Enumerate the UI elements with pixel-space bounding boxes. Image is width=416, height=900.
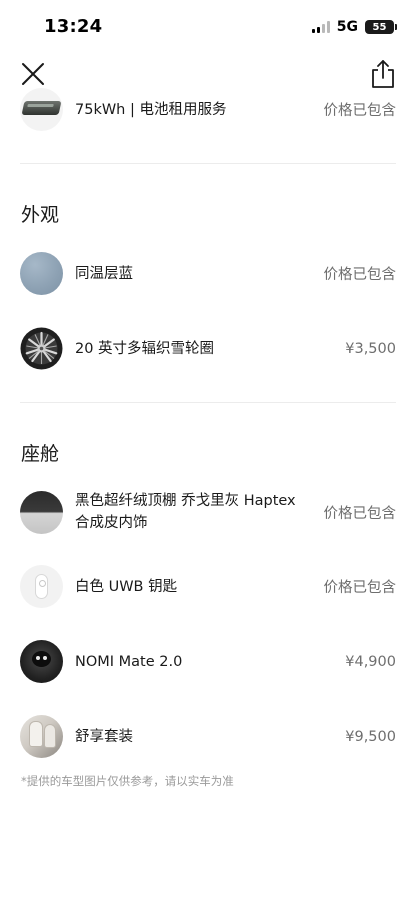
cabin-item-price: 价格已包含 <box>323 505 397 522</box>
share-icon <box>372 60 394 88</box>
status-bar: 13:24 5G 55 <box>0 0 416 50</box>
close-button[interactable] <box>20 61 46 87</box>
interior-thumbnail <box>20 490 63 534</box>
exterior-item-color[interactable]: 同温层蓝 价格已包含 <box>20 252 396 295</box>
network-label: 5G <box>336 19 358 35</box>
close-icon <box>22 63 44 85</box>
battery-option-price: 价格已包含 <box>323 103 397 119</box>
divider <box>20 163 396 164</box>
cabin-item-name: 黑色超纤绒顶棚 乔戈里灰 Haptex合成皮内饰 <box>75 493 296 531</box>
exterior-item-price: 价格已包含 <box>323 267 397 283</box>
battery-icon: 55 <box>365 20 397 34</box>
exterior-item-name: 同温层蓝 <box>75 265 133 282</box>
cabin-item-key[interactable]: 白色 UWB 钥匙 价格已包含 <box>20 565 396 608</box>
battery-level: 55 <box>372 21 387 33</box>
wheel-icon <box>20 327 63 370</box>
status-indicators: 5G 55 <box>311 19 397 35</box>
exterior-item-name: 20 英寸多辐织雪轮圈 <box>75 340 215 357</box>
section-title-cabin: 座舱 <box>21 443 60 465</box>
cabin-item-name: 白色 UWB 钥匙 <box>75 578 178 595</box>
cabin-item-comfort-package[interactable]: 舒享套装 ¥9,500 <box>20 715 396 758</box>
exterior-item-price: ¥3,500 <box>345 340 396 357</box>
signal-icon <box>311 21 330 33</box>
cabin-item-name: 舒享套装 <box>75 728 133 745</box>
cabin-item-price: ¥4,900 <box>345 653 396 670</box>
exterior-item-wheels[interactable]: 20 英寸多辐织雪轮圈 ¥3,500 <box>20 327 396 370</box>
share-button[interactable] <box>370 59 396 89</box>
nomi-thumbnail <box>20 640 63 683</box>
cabin-item-price: 价格已包含 <box>323 580 397 596</box>
battery-option-name: 75kWh | 电池租用服务 <box>75 101 227 118</box>
divider <box>20 402 396 403</box>
cabin-item-interior[interactable]: 黑色超纤绒顶棚 乔戈里灰 Haptex合成皮内饰 价格已包含 <box>20 490 396 534</box>
seat-thumbnail <box>20 715 63 758</box>
battery-pack-thumbnail <box>20 88 63 131</box>
color-swatch <box>20 252 63 295</box>
section-title-exterior: 外观 <box>21 204 60 226</box>
key-thumbnail <box>20 565 63 608</box>
cabin-item-nomi[interactable]: NOMI Mate 2.0 ¥4,900 <box>20 640 396 683</box>
wheel-thumbnail <box>20 327 63 370</box>
disclaimer-note: *提供的车型图片仅供参考，请以实车为准 <box>21 774 234 788</box>
status-time: 13:24 <box>44 16 103 37</box>
battery-option-row[interactable]: 75kWh | 电池租用服务 价格已包含 <box>20 88 396 131</box>
cabin-item-name: NOMI Mate 2.0 <box>75 653 183 670</box>
cabin-item-price: ¥9,500 <box>345 728 396 745</box>
